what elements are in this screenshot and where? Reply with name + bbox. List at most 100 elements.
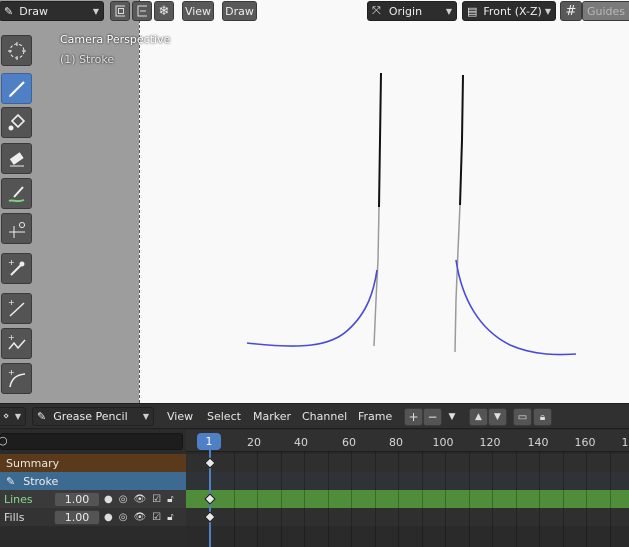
tool-line[interactable]: + [1, 293, 32, 324]
tool-eyedropper[interactable]: + [1, 253, 32, 284]
stroke-right-black [459, 74, 464, 206]
channel-list: ○ Summary ✎ Stroke Lines 1.00 ● ◎ 👁︎ ☑ 🔓… [0, 430, 186, 547]
triangle-up-icon: ▲ [475, 412, 482, 422]
grid-icon: # [565, 3, 577, 19]
fill-icon [8, 113, 25, 130]
stroke-right-blue [455, 259, 577, 356]
tool-arc[interactable]: + [1, 363, 32, 394]
cursor-icon [7, 41, 26, 60]
menu-select[interactable]: Select [207, 410, 241, 423]
mode-dropdown[interactable]: ✎ Draw ▼ [0, 1, 104, 21]
pencil-icon: ✎ [6, 474, 16, 488]
gridline [422, 452, 423, 547]
chevron-down-icon: ▼ [142, 412, 149, 421]
viewport-3d[interactable]: Camera Perspective (1) Stroke ✎ Draw ▼ ❄… [0, 0, 629, 403]
channel-stroke-label: Stroke [23, 474, 59, 488]
tool-tint[interactable] [1, 178, 32, 209]
tick-label: 1 [621, 436, 629, 449]
tick-label: 20 [247, 436, 261, 449]
gridline [328, 452, 329, 547]
origin-label: Origin [388, 4, 423, 18]
onion-display-button[interactable]: ▭ [513, 408, 532, 426]
channel-search-input[interactable]: ○ [0, 433, 183, 450]
gridline [398, 452, 399, 547]
checkbox-icon[interactable]: ☑ [152, 512, 161, 523]
svg-text:+: + [8, 368, 15, 377]
eye-icon[interactable]: 👁︎ [133, 512, 146, 523]
unlock-icon[interactable]: 🔓︎ [167, 494, 173, 505]
dopesheet-mode-label: Grease Pencil [53, 410, 128, 423]
tool-cursor[interactable] [1, 35, 32, 66]
tool-polyline[interactable]: + [1, 328, 32, 359]
gridline [257, 452, 258, 547]
gridline [469, 452, 470, 547]
snap-button[interactable]: ❄ [154, 1, 174, 21]
gridline [234, 452, 235, 547]
channel-summary[interactable]: Summary [0, 454, 186, 472]
layer-up-button[interactable]: ▲ [469, 408, 488, 426]
view-menu[interactable]: View [182, 1, 214, 21]
tool-draw[interactable] [1, 73, 32, 104]
orientation-dropdown[interactable]: ▤ Front (X-Z) ▼ [462, 1, 556, 21]
erase-icon [9, 151, 24, 166]
editor-type-dropdown[interactable]: ⋄ ▼ [0, 407, 26, 426]
dopesheet-header: ⋄ ▼ ✎ Grease Pencil ▼ View Select Marker… [0, 404, 629, 429]
multiframe-button[interactable] [110, 1, 130, 21]
tick-label: 140 [527, 436, 549, 449]
tint-icon [8, 185, 24, 202]
remove-keyframe-button[interactable]: − [423, 408, 442, 426]
dopesheet-editor[interactable]: ⋄ ▼ ✎ Grease Pencil ▼ View Select Marker… [0, 403, 629, 547]
eyedropper-icon: + [8, 258, 24, 276]
draw-menu[interactable]: Draw [222, 1, 257, 21]
gridline [516, 452, 517, 547]
layer-down-button[interactable]: ▼ [488, 408, 507, 426]
lock-icon: 🔒︎ [539, 411, 546, 423]
eye-icon[interactable]: 👁︎ [133, 494, 146, 505]
svg-text:+: + [8, 333, 15, 342]
tick-label: 80 [389, 436, 403, 449]
gridline [492, 452, 493, 547]
arc-icon: + [8, 368, 25, 387]
origin-dropdown[interactable]: ⤧ Origin ▼ [367, 1, 457, 21]
menu-frame[interactable]: Frame [358, 410, 392, 423]
dopesheet-mode-dropdown[interactable]: ✎ Grease Pencil ▼ [32, 407, 154, 426]
gridline [563, 452, 564, 547]
menu-view[interactable]: View [167, 410, 193, 423]
gridline [610, 452, 611, 547]
menu-marker[interactable]: Marker [253, 410, 291, 423]
frame-ruler[interactable]: 20 40 60 80 100 120 140 160 1 1 [186, 430, 629, 452]
onion-skin-icon[interactable]: ◎ [119, 512, 128, 523]
monitor-icon: ▭ [517, 411, 528, 423]
stroke-left-black [378, 72, 382, 208]
menu-channel[interactable]: Channel [302, 410, 347, 423]
overlay-camera-perspective: Camera Perspective [60, 33, 171, 46]
onion-skin-icon[interactable]: ◎ [119, 494, 128, 505]
channel-stroke[interactable]: ✎ Stroke [0, 472, 186, 490]
checkbox-icon[interactable]: ☑ [152, 494, 161, 505]
keyframe-options-button[interactable]: ▼ [443, 408, 461, 426]
tick-label: 120 [479, 436, 501, 449]
gridline [281, 452, 282, 547]
lock-button[interactable]: 🔒︎ [533, 408, 552, 426]
add-keyframe-button[interactable]: + [404, 408, 423, 426]
lines-opacity-field[interactable]: 1.00 [54, 491, 100, 507]
minus-icon: − [427, 410, 438, 424]
dot-icon[interactable]: ● [104, 512, 113, 523]
tool-erase[interactable] [1, 143, 32, 174]
dopesheet-timeline[interactable]: 20 40 60 80 100 120 140 160 1 1 [186, 430, 629, 547]
unlock-icon[interactable]: 🔓︎ [167, 512, 173, 523]
channel-fills[interactable]: Fills 1.00 ● ◎ 👁︎ ☑ 🔓︎ [0, 508, 186, 526]
overlay-active-object: (1) Stroke [60, 53, 115, 66]
tool-cutter[interactable] [1, 213, 32, 244]
fills-opacity-field[interactable]: 1.00 [54, 509, 100, 525]
guides-label: Guides [587, 4, 626, 18]
guides-button[interactable]: Guides [582, 1, 629, 21]
stroke-mask-icon [137, 5, 147, 17]
dot-icon[interactable]: ● [104, 494, 113, 505]
channel-lines[interactable]: Lines 1.00 ● ◎ 👁︎ ☑ 🔓︎ [0, 490, 186, 508]
guides-toggle[interactable]: # [560, 1, 582, 21]
mask-button[interactable] [132, 1, 152, 21]
tool-fill[interactable] [1, 107, 32, 138]
current-frame-indicator[interactable]: 1 [197, 433, 221, 450]
chevron-down-icon: ▼ [92, 6, 99, 16]
